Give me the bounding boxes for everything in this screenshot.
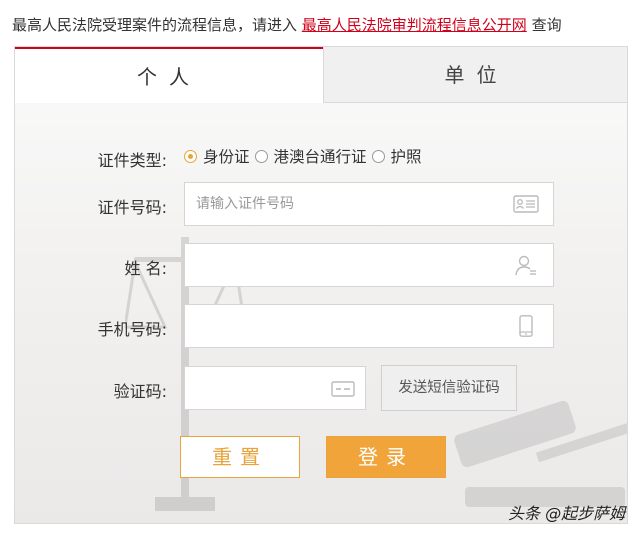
captcha-icon: [331, 381, 355, 397]
id-type-radio-group: 身份证 港澳台通行证 护照: [184, 145, 427, 167]
id-number-field: [184, 182, 554, 226]
id-type-label: 证件类型:: [97, 151, 167, 170]
phone-label: 手机号码:: [97, 320, 167, 339]
reset-button[interactable]: 重置: [180, 436, 300, 478]
notice-text: 最高人民法院受理案件的流程信息，请进入: [12, 16, 298, 34]
id-number-label: 证件号码:: [97, 198, 167, 217]
radio-passport-label: 护照: [390, 148, 422, 166]
login-panel: 个人 单位 证件类型: 身份证 港澳台通行证 护照 证件号码: 请输入证件号码 …: [14, 46, 628, 524]
user-icon: [515, 255, 536, 276]
radio-unselected-icon: [254, 149, 268, 163]
notice-bar: 最高人民法院受理案件的流程信息，请进入 最高人民法院审判流程信息公开网 查询: [12, 14, 562, 35]
captcha-row: 验证码: 发送短信验证码: [15, 365, 627, 413]
radio-unselected-icon: [371, 149, 385, 163]
name-field: [184, 243, 554, 287]
name-input[interactable]: [185, 244, 485, 286]
id-number-input[interactable]: [185, 183, 485, 225]
tab-organization[interactable]: 单位: [323, 47, 627, 103]
radio-id-card-label: 身份证: [203, 148, 250, 166]
phone-input[interactable]: [185, 305, 485, 347]
name-row: 姓 名:: [15, 243, 627, 289]
radio-hk-macau-taiwan-permit[interactable]: 港澳台通行证: [254, 145, 367, 167]
send-sms-code-button[interactable]: 发送短信验证码: [381, 365, 517, 411]
captcha-field: [184, 366, 366, 410]
captcha-input[interactable]: [185, 367, 315, 409]
watermark: 头条 @起步萨姆: [508, 504, 626, 523]
tab-personal[interactable]: 个人: [15, 47, 323, 103]
tab-bar: 个人 单位: [15, 47, 627, 103]
radio-id-card[interactable]: 身份证: [184, 145, 250, 167]
login-button[interactable]: 登录: [326, 436, 446, 478]
id-type-row: 证件类型: 身份证 港澳台通行证 护照: [15, 145, 627, 170]
id-card-icon: [513, 195, 539, 213]
phone-field: [184, 304, 554, 348]
phone-row: 手机号码:: [15, 304, 627, 350]
captcha-label: 验证码:: [113, 382, 167, 401]
notice-suffix: 查询: [531, 16, 562, 34]
id-number-row: 证件号码:: [15, 182, 627, 228]
phone-icon: [519, 315, 533, 337]
radio-passport[interactable]: 护照: [371, 145, 422, 167]
radio-selected-icon: [184, 149, 197, 163]
radio-hk-macau-taiwan-permit-label: 港澳台通行证: [273, 148, 367, 166]
trial-info-link[interactable]: 最高人民法院审判流程信息公开网: [302, 16, 527, 34]
name-label: 姓 名:: [124, 259, 167, 278]
